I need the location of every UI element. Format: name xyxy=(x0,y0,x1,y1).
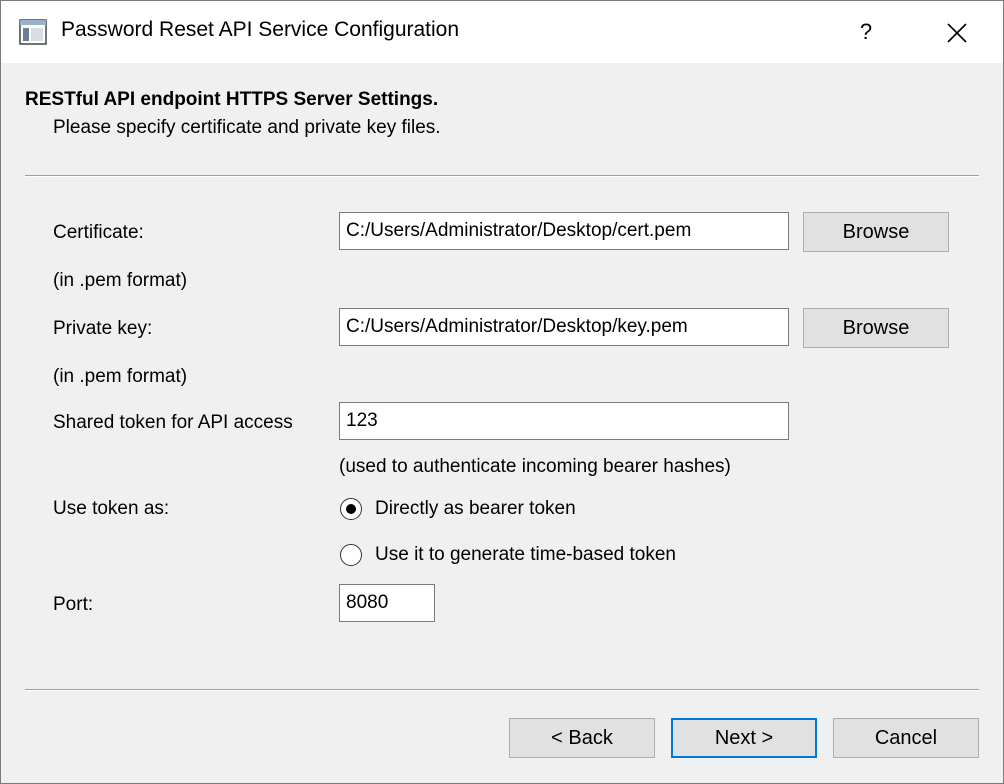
close-icon xyxy=(946,21,968,43)
token-label: Shared token for API access xyxy=(53,412,293,433)
radio-bearer-token[interactable] xyxy=(340,498,362,520)
help-button[interactable]: ? xyxy=(841,11,891,53)
private-key-path-input[interactable]: C:/Users/Administrator/Desktop/key.pem xyxy=(339,308,789,346)
footer-separator xyxy=(25,689,979,691)
token-input[interactable]: 123 xyxy=(339,402,789,440)
port-label: Port: xyxy=(53,594,94,615)
certificate-path-input[interactable]: C:/Users/Administrator/Desktop/cert.pem xyxy=(339,212,789,250)
page-heading: RESTful API endpoint HTTPS Server Settin… xyxy=(25,89,439,110)
certificate-format-hint: (in .pem format) xyxy=(53,270,188,291)
cancel-button[interactable]: Cancel xyxy=(833,718,979,758)
window-title: Password Reset API Service Configuration xyxy=(61,18,460,41)
certificate-browse-button[interactable]: Browse xyxy=(803,212,949,252)
window-app-icon xyxy=(19,19,47,45)
private-key-format-hint: (in .pem format) xyxy=(53,366,188,387)
private-key-browse-button[interactable]: Browse xyxy=(803,308,949,348)
config-dialog: Password Reset API Service Configuration… xyxy=(0,0,1004,784)
radio-time-based-token-label[interactable]: Use it to generate time-based token xyxy=(375,544,676,566)
close-button[interactable] xyxy=(931,11,983,53)
private-key-label: Private key: xyxy=(53,318,153,339)
radio-selected-dot xyxy=(346,504,356,514)
radio-time-based-token[interactable] xyxy=(340,544,362,566)
radio-bearer-token-label[interactable]: Directly as bearer token xyxy=(375,498,576,520)
port-input[interactable]: 8080 xyxy=(339,584,435,622)
use-token-label: Use token as: xyxy=(53,498,170,519)
header-separator xyxy=(25,175,979,177)
back-button[interactable]: < Back xyxy=(509,718,655,758)
page-subheading: Please specify certificate and private k… xyxy=(53,117,441,138)
certificate-label: Certificate: xyxy=(53,222,144,243)
token-hint: (used to authenticate incoming bearer ha… xyxy=(339,456,731,477)
next-button[interactable]: Next > xyxy=(671,718,817,758)
title-bar: Password Reset API Service Configuration… xyxy=(1,1,1003,63)
